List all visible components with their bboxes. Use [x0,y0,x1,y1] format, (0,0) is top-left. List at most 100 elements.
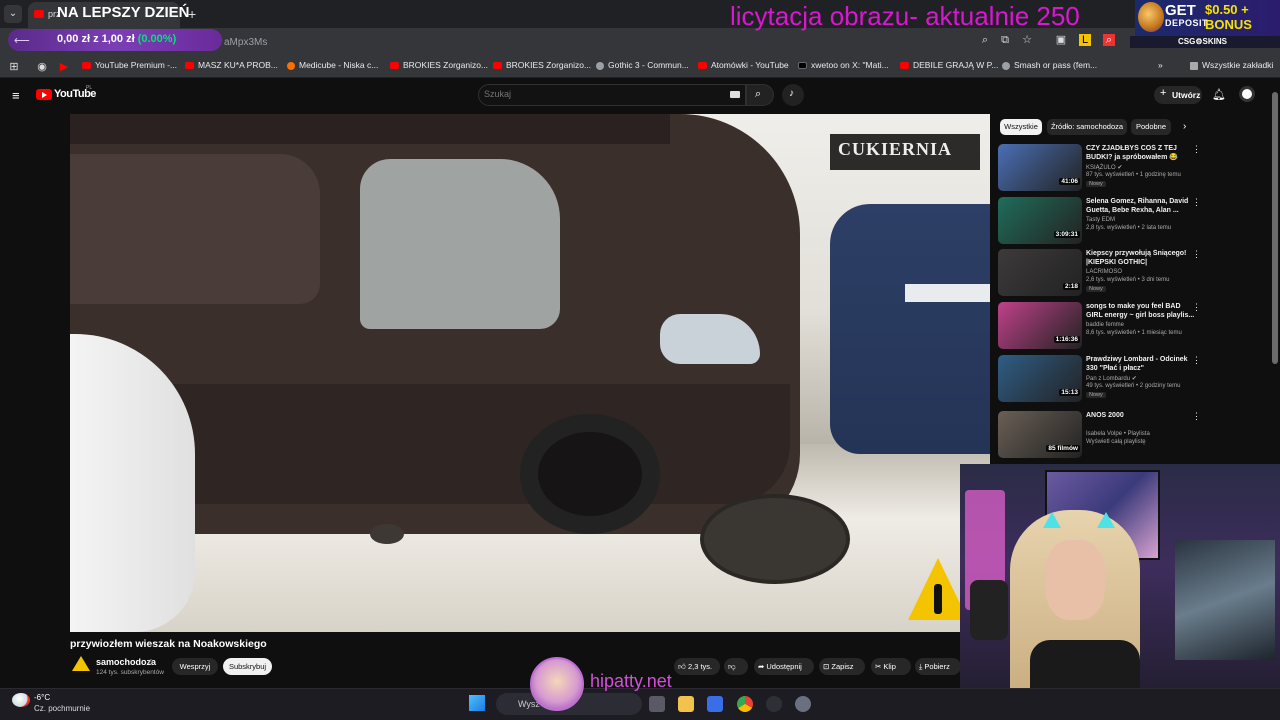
search-icon: ⌕ [755,88,762,100]
csg-logo: CSG⚙SKINS [1178,37,1227,46]
subscribe-button[interactable]: Subskrybuj [223,658,272,675]
bookmark-item[interactable]: Atomówki - YouTube [698,60,789,70]
task-view-icon[interactable] [649,696,665,712]
channel-avatar-icon[interactable] [72,656,90,671]
page-scrollbar[interactable] [1272,92,1278,364]
back-arrow-icon: ⟵ [14,35,30,47]
bookmark-item[interactable]: Smash or pass (fem... [1002,60,1097,70]
bookmark-item[interactable]: DEBILE GRAJĄ W P... [900,60,998,70]
deposit-sub: DEPOSIT [1165,18,1209,28]
recommendation-item[interactable]: 2:18 Kiepscy przywołują Śniącego! |KIEPSK… [998,249,1201,301]
recommendation-channel[interactable]: LACRIMOSO [1086,269,1122,275]
video-frame-blue-car [830,204,990,454]
bookmark-item[interactable]: BROKIES Zorganizo... [493,60,591,70]
recommendation-title[interactable]: songs to make you feel BAD GIRL energy ~… [1086,302,1198,320]
windows-start-icon[interactable] [469,695,485,711]
like-button[interactable]: 👍︎ 2,3 tys. [674,658,720,675]
chip-all[interactable]: Wszystkie [1000,119,1042,135]
recommendation-channel[interactable]: Pan z Lombardu ✔ [1086,375,1137,382]
url-text[interactable]: aMpx3Ms [224,37,267,48]
file-explorer-icon[interactable] [678,696,694,712]
recommendation-channel[interactable]: KSIĄŻULO ✔ [1086,164,1122,171]
video-player[interactable]: CUKIERNIA [70,114,990,632]
video-frame-van-lower [150,384,790,504]
more-options-icon[interactable]: ⋮ [1192,411,1201,422]
search-input[interactable] [484,89,684,99]
more-options-icon[interactable]: ⋮ [1192,302,1201,313]
recommendation-channel[interactable]: Isabela Volpe • Playlista [1086,431,1150,437]
recommendation-item[interactable]: 1:16:36 songs to make you feel BAD GIRL e… [998,302,1201,354]
all-bookmarks[interactable]: Wszystkie zakładki [1190,60,1273,70]
weather-temperature[interactable]: -6°C [34,693,50,702]
share-icon: ➦ [758,662,765,671]
recommendation-title[interactable]: CZY ZJADŁBYŚ COŚ Z TEJ BUDKI? ja spróbow… [1086,144,1198,162]
recommendation-title[interactable]: Selena Gomez, Rihanna, David Guetta, Beb… [1086,197,1198,215]
voice-search-button[interactable]: ♪ [782,84,804,106]
globe-icon [1002,61,1010,70]
bookmark-star-icon[interactable]: ☆ [1021,34,1033,46]
bookmark-item[interactable]: Medicube - Niska c... [287,60,378,70]
search-button[interactable]: ⌕ [746,84,774,106]
recommendation-channel[interactable]: baddie femme [1086,322,1124,328]
recommendation-item[interactable]: 41:06 CZY ZJADŁBYŚ COŚ Z TEJ BUDKI? ja sp… [998,144,1201,196]
more-options-icon[interactable]: ⋮ [1192,355,1201,366]
save-button[interactable]: ⊡ Zapisz [819,658,865,675]
new-badge: Nowy [1086,181,1106,187]
chip-related[interactable]: Podobne [1131,119,1171,135]
chevron-right-icon[interactable]: › [1183,121,1186,132]
download-label: Pobierz [924,662,950,671]
recommendation-item[interactable]: 85 filmów ANOS 2000 Isabela Volpe • Playli… [998,411,1201,463]
tab-search-button[interactable]: ⌄ [4,5,22,23]
auction-overlay: licytacja obrazu- aktualnie 250 [730,1,1080,31]
install-icon[interactable]: ⧉ [999,34,1011,46]
youtube-bookmark-icon[interactable]: ▶ [58,61,70,73]
more-options-icon[interactable]: ⋮ [1192,144,1201,155]
extension-red-icon[interactable]: ⌕ [1103,34,1115,46]
more-options-icon[interactable]: ⋮ [1192,197,1201,208]
channel-name[interactable]: samochodoza [96,657,156,667]
more-options-icon[interactable]: ⋮ [1192,249,1201,260]
bookmark-item[interactable]: MASZ KU*A PROB... [185,60,278,70]
notifications-bell-icon[interactable]: 🔔︎ [1212,88,1226,101]
zoom-icon[interactable]: ⌕ [979,34,991,46]
keyboard-icon[interactable] [730,91,740,98]
download-button[interactable]: ⤓ Pobierz [915,658,961,675]
support-button[interactable]: Wesprzyj [172,658,218,675]
recommendation-duration: 15:13 [1059,389,1080,396]
dislike-button[interactable]: 👎︎ [724,658,748,675]
app-icon[interactable] [766,696,782,712]
recommendation-channel[interactable]: Tasty EDM [1086,217,1115,223]
verified-icon: ⊙ [148,659,154,666]
weather-icon[interactable] [12,693,30,707]
stream-title-overlay: NA LEPSZY DZIEŃ [57,4,190,21]
bookmark-circle-icon[interactable]: ◉ [36,61,48,73]
video-frame-drain [370,524,404,544]
recommendation-title[interactable]: Kiepscy przywołują Śniącego! |KIEPSKI GO… [1086,249,1198,267]
weather-description[interactable]: Cz. pochmurnie [34,704,90,713]
settings-gear-icon[interactable] [795,696,811,712]
recommendation-item[interactable]: 3:09:31 Selena Gomez, Rihanna, David Guet… [998,197,1201,249]
clip-label: Klip [883,662,896,671]
menu-icon[interactable]: ≡ [12,88,20,103]
recommendation-title[interactable]: Prawdziwy Lombard - Odcinek 330 "Płać i … [1086,355,1198,373]
recommendation-title[interactable]: ANOS 2000 [1086,411,1198,420]
extensions-icon[interactable]: ▣ [1055,34,1067,46]
like-count: 2,3 tys. [687,662,713,671]
share-button[interactable]: ➦ Udostępnij [754,658,814,675]
chrome-icon[interactable] [737,696,753,712]
recommendation-item[interactable]: 15:13 Prawdziwy Lombard - Odcinek 330 "Pł… [998,355,1201,407]
account-avatar[interactable] [1239,86,1255,102]
video-frame-wheel [520,414,660,534]
extension-l-icon[interactable]: L [1079,34,1091,46]
clip-button[interactable]: ✂ Klip [871,658,911,675]
bookmark-item[interactable]: Gothic 3 - Commun... [596,60,689,70]
chip-source[interactable]: Źródło: samochodoza [1047,119,1127,135]
bookmark-item[interactable]: YouTube Premium -... [82,60,177,70]
bookmark-item[interactable]: BROKIES Zorganizo... [390,60,488,70]
video-frame-van-roof [70,114,670,144]
bookmark-item[interactable]: xwetoo on X: "Mati... [798,60,889,70]
apps-grid-icon[interactable]: ⊞ [8,61,20,73]
store-icon[interactable] [707,696,723,712]
more-bookmarks-chevron-icon[interactable]: » [1158,60,1163,70]
recommendation-meta: 87 tys. wyświetleń • 1 godzinę temu [1086,172,1181,178]
